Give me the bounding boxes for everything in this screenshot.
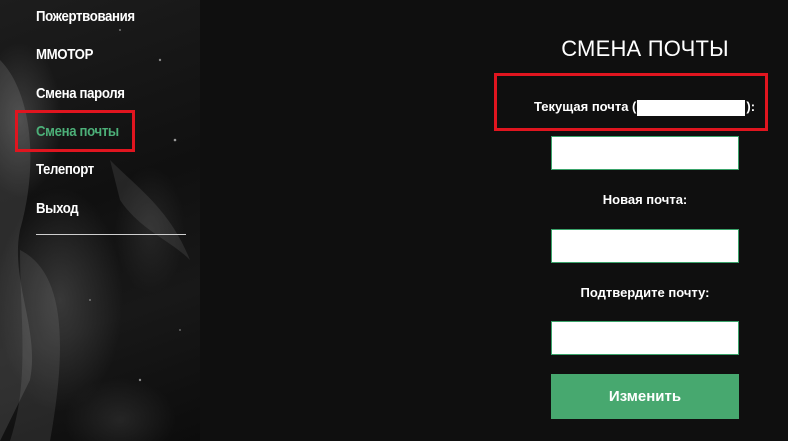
current-email-field[interactable] [551, 136, 739, 170]
redaction-mask [637, 99, 746, 116]
confirm-email-field[interactable] [551, 321, 739, 355]
sidebar-item-donations[interactable]: Пожертвования [36, 8, 135, 25]
sidebar: Пожертвования MMOTOP Смена пароля Смена … [0, 0, 200, 441]
current-email-label-suffix: ): [746, 99, 756, 114]
confirm-email-label: Подтвердите почту: [580, 285, 710, 300]
page-title: СМЕНА ПОЧТЫ [561, 36, 729, 61]
sidebar-item-change-password[interactable]: Смена пароля [36, 85, 125, 102]
change-email-button[interactable]: Изменить [551, 374, 739, 419]
sidebar-item-change-email[interactable]: Смена почты [36, 123, 119, 140]
sidebar-divider [36, 234, 186, 235]
current-email-label: Текущая почта (): [534, 99, 755, 116]
new-email-field[interactable] [551, 229, 739, 263]
sidebar-item-logout[interactable]: Выход [36, 200, 79, 217]
current-email-label-prefix: Текущая почта ( [534, 99, 637, 114]
sidebar-artwork [0, 29, 190, 441]
sidebar-item-teleport[interactable]: Телепорт [36, 161, 94, 178]
page: Пожертвования MMOTOP Смена пароля Смена … [0, 0, 788, 441]
sidebar-item-mmotop[interactable]: MMOTOP [36, 46, 93, 63]
new-email-label: Новая почта: [602, 192, 688, 207]
